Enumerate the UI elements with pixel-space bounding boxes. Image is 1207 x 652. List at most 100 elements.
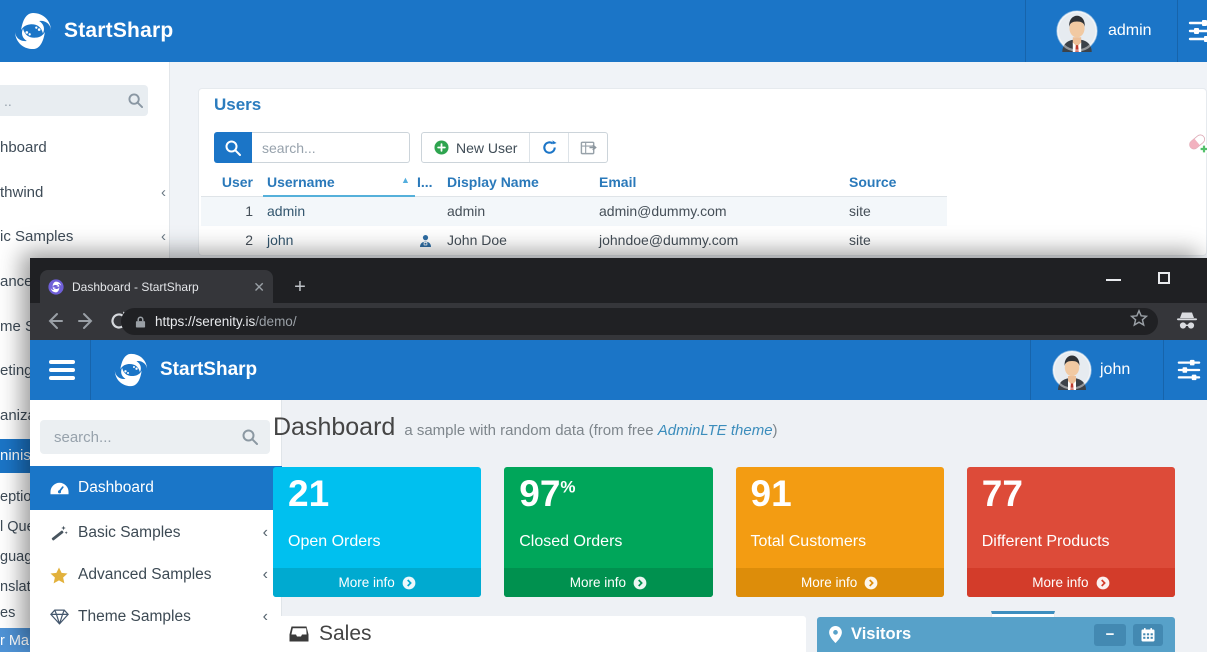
cell-display-name: John Doe (447, 226, 507, 255)
lock-icon (135, 315, 146, 329)
settings-sliders-icon[interactable] (1188, 18, 1207, 44)
table-row[interactable]: 1 admin admin admin@dummy.com site (201, 197, 947, 226)
sidebar-item-dashboard[interactable]: Dashboard (30, 466, 282, 510)
browser-tab[interactable]: Dashboard - StartSharp ✕ (40, 270, 273, 303)
header-divider (1030, 340, 1031, 400)
sidebar-item-theme-samples[interactable]: Theme Samples ‹ (30, 596, 282, 638)
settings-sliders-icon[interactable] (1176, 358, 1202, 382)
address-bar[interactable]: https://serenity.is/demo/ (121, 308, 1158, 335)
window-maximize-button[interactable] (1158, 272, 1170, 284)
pill-capsule-icon[interactable] (1186, 131, 1207, 154)
plus-circle-icon (434, 140, 449, 155)
new-user-button[interactable]: New User (422, 133, 529, 162)
export-grid-icon (580, 139, 597, 156)
more-info-link[interactable]: More info (504, 568, 712, 597)
more-info-link[interactable]: More info (967, 568, 1175, 597)
forward-icon[interactable] (76, 310, 98, 332)
adminlte-theme-link[interactable]: AdminLTE theme (658, 422, 773, 439)
grid-search-button[interactable] (214, 132, 252, 163)
impersonate-user-icon (419, 234, 432, 248)
users-panel-title: Users (214, 95, 261, 115)
back-icon[interactable] (43, 310, 65, 332)
stat-label: Open Orders (288, 533, 380, 551)
arrow-circle-right-icon (633, 576, 647, 590)
stat-card-open-orders: 21 Open Orders More info (273, 467, 481, 597)
column-header-email[interactable]: Email (599, 171, 636, 197)
tab-title: Dashboard - StartSharp (72, 280, 247, 294)
sidebar-item-advanced-samples[interactable]: Advanced Samples ‹ (30, 554, 282, 596)
column-header-username[interactable]: Username (267, 171, 335, 197)
inbox-icon (289, 626, 309, 642)
sidebar-item-dashboard-truncated[interactable]: hboard (0, 133, 170, 163)
menu-toggle-icon[interactable] (49, 360, 75, 380)
brand-title: StartSharp (64, 0, 173, 62)
column-header-display-name[interactable]: Display Name (447, 171, 539, 197)
avatar[interactable] (1056, 10, 1098, 52)
cell-source: site (849, 226, 871, 255)
column-header-user-id[interactable]: User Id (207, 171, 253, 197)
stat-cards-row: 21 Open Orders More info 97% Closed Orde… (273, 467, 1175, 597)
bookmark-star-icon[interactable] (1130, 309, 1148, 327)
cell-email: admin@dummy.com (599, 197, 727, 226)
tab-close-icon[interactable]: ✕ (253, 280, 265, 294)
calendar-button[interactable] (1133, 624, 1163, 646)
magic-wand-icon (49, 524, 69, 542)
brand-title: StartSharp (160, 340, 257, 400)
arrow-circle-right-icon (864, 576, 878, 590)
grid-search-input[interactable] (252, 132, 410, 163)
cell-display-name: admin (447, 197, 485, 226)
star-icon (49, 567, 69, 584)
startsharp-favicon (48, 279, 64, 295)
map-marker-icon (829, 626, 842, 643)
calendar-icon (1141, 628, 1155, 642)
cell-username-link[interactable]: admin (267, 197, 305, 226)
page-title: Dashboard (273, 413, 395, 442)
cell-email: johndoe@dummy.com (599, 226, 738, 255)
browser-window: Dashboard - StartSharp ✕ + (30, 258, 1207, 652)
sidebar-item-basic-samples-truncated[interactable]: ic Samples‹ (0, 222, 170, 252)
sidebar-search-box[interactable] (40, 420, 270, 454)
arrow-circle-right-icon (1096, 576, 1110, 590)
sales-panel-title: Sales (319, 622, 372, 646)
column-header-source[interactable]: Source (849, 171, 896, 197)
search-icon (242, 429, 258, 445)
more-info-link[interactable]: More info (736, 568, 944, 597)
startsharp-logo-icon (114, 353, 148, 387)
visitors-panel-header: Visitors − (817, 617, 1175, 652)
gem-icon (49, 609, 69, 625)
browser-toolbar: https://serenity.is/demo/ (30, 303, 1207, 340)
browser-titlebar[interactable]: Dashboard - StartSharp ✕ + (30, 258, 1207, 303)
dashboard-gauge-icon (49, 482, 69, 495)
cell-username-link[interactable]: john (267, 226, 293, 255)
new-tab-button[interactable]: + (288, 275, 312, 299)
refresh-button[interactable] (530, 133, 568, 162)
collapse-button[interactable]: − (1094, 624, 1126, 646)
sidebar-search-input[interactable] (0, 85, 148, 116)
username-label[interactable]: john (1100, 340, 1130, 400)
column-header-i[interactable]: I... (417, 171, 433, 197)
sales-panel-header: Sales (289, 622, 372, 646)
chevron-left-icon: ‹ (161, 178, 166, 208)
sidebar-item-basic-samples[interactable]: Basic Samples ‹ (30, 512, 282, 554)
table-row[interactable]: 2 john John Doe johndoe@dummy.com site (201, 226, 947, 255)
username-label[interactable]: admin (1108, 0, 1152, 62)
window-minimize-button[interactable] (1106, 279, 1121, 281)
export-excel-button[interactable] (569, 133, 607, 162)
chevron-left-icon: ‹ (263, 608, 268, 626)
app-body: Dashboard Basic Samples ‹ (30, 400, 1207, 652)
stat-card-closed-orders: 97% Closed Orders More info (504, 467, 712, 597)
avatar[interactable] (1052, 350, 1092, 390)
sidebar-search-input[interactable] (40, 420, 270, 454)
stat-card-total-customers: 91 Total Customers More info (736, 467, 944, 597)
stat-card-different-products: 77 Different Products More info (967, 467, 1175, 597)
background-app-header: StartSharp admin (0, 0, 1207, 62)
sidebar-item-northwind-truncated[interactable]: thwind‹ (0, 178, 170, 208)
users-grid: User Id Username ▲ I... Display Name Ema… (201, 171, 947, 255)
stat-label: Total Customers (751, 533, 867, 551)
more-info-link[interactable]: More info (273, 568, 481, 597)
screen: StartSharp admin hboard thwind‹ ic Sampl… (0, 0, 1207, 652)
cell-user-id: 1 (207, 197, 253, 226)
chevron-left-icon: ‹ (161, 222, 166, 252)
header-divider (1177, 0, 1178, 62)
header-divider (1163, 340, 1164, 400)
